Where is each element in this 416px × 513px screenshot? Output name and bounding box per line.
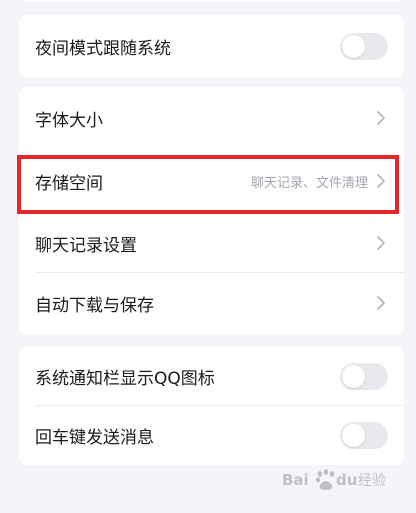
chat-history-row[interactable]: 聊天记录设置	[19, 213, 404, 273]
baidu-jingyan-watermark: Bai du 经验	[282, 465, 402, 495]
auto-download-label: 自动下载与保存	[35, 295, 154, 316]
storage-row[interactable]: 存储空间 聊天记录、文件清理	[19, 149, 404, 213]
notification-qq-icon-label: 系统通知栏显示QQ图标	[35, 369, 215, 389]
storage-label: 存储空间	[35, 173, 103, 194]
notification-qq-icon-row[interactable]: 系统通知栏显示QQ图标	[19, 347, 404, 406]
enter-to-send-toggle[interactable]	[340, 422, 388, 449]
night-mode-card: 夜间模式跟随系统	[19, 15, 404, 77]
auto-download-row[interactable]: 自动下载与保存	[19, 273, 404, 333]
font-size-row[interactable]: 字体大小	[19, 87, 404, 149]
toggle-knob	[342, 365, 365, 388]
night-mode-row[interactable]: 夜间模式跟随系统	[19, 15, 404, 77]
svg-text:Bai: Bai	[282, 471, 309, 489]
enter-to-send-row[interactable]: 回车键发送消息	[19, 406, 404, 465]
notification-qq-icon-toggle[interactable]	[340, 363, 388, 390]
top-card-remnant	[19, 0, 404, 2]
chat-history-label: 聊天记录设置	[35, 235, 137, 256]
enter-to-send-label: 回车键发送消息	[35, 428, 154, 448]
font-size-label: 字体大小	[35, 110, 103, 131]
message-settings-card: 系统通知栏显示QQ图标 回车键发送消息	[19, 347, 404, 465]
baidu-logo-icon: Bai du 经验	[282, 469, 386, 490]
toggle-knob	[342, 34, 365, 58]
chevron-right-icon	[377, 174, 385, 188]
storage-subtitle: 聊天记录、文件清理	[250, 175, 368, 191]
chevron-right-icon	[377, 111, 385, 125]
night-mode-toggle[interactable]	[340, 32, 388, 60]
chevron-right-icon	[377, 236, 385, 250]
chevron-right-icon	[377, 296, 385, 310]
general-settings-card: 字体大小 存储空间 聊天记录、文件清理 聊天记录设置 自动下载与保存	[19, 87, 404, 335]
toggle-knob	[342, 424, 365, 447]
night-mode-label: 夜间模式跟随系统	[35, 38, 171, 59]
svg-text:经验: 经验	[358, 473, 386, 489]
svg-text:du: du	[336, 471, 357, 489]
